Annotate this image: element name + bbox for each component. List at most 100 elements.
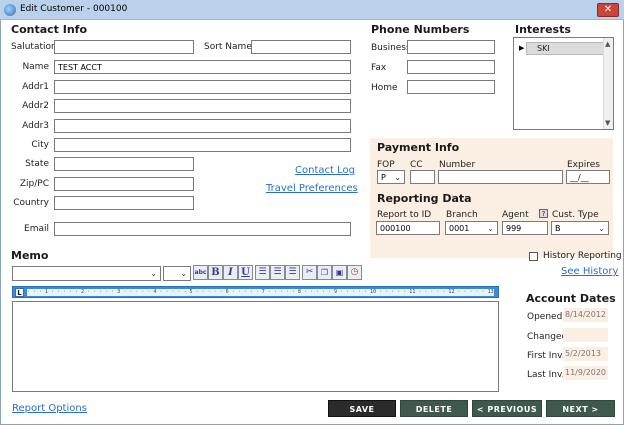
previous-button[interactable]: < PREVIOUS xyxy=(472,400,542,417)
reporting-data-title: Reporting Data xyxy=(377,192,472,205)
report-to-label: Report to ID xyxy=(377,210,432,220)
fop-select[interactable]: P ⌄ xyxy=(377,170,405,184)
opened-label: Opened xyxy=(527,312,563,322)
country-label: Country xyxy=(13,198,49,208)
app-icon xyxy=(4,4,16,16)
clock-icon[interactable]: ◷ xyxy=(347,265,362,280)
name-input[interactable]: TEST ACCT xyxy=(54,60,351,74)
interests-list[interactable]: ▶ SKI ▲ ▼ xyxy=(513,37,614,130)
interest-item[interactable]: ▶ SKI xyxy=(519,42,604,55)
home-label: Home xyxy=(371,83,398,93)
history-reporting-checkbox[interactable] xyxy=(529,252,538,261)
city-label: City xyxy=(31,140,49,150)
name-label: Name xyxy=(22,62,49,72)
delete-button[interactable]: DELETE xyxy=(400,400,468,417)
country-input[interactable] xyxy=(54,196,194,210)
card-number-input[interactable] xyxy=(438,170,563,184)
align-center-icon[interactable]: ☰ xyxy=(270,265,285,280)
business-label: Business xyxy=(371,43,411,53)
addr2-label: Addr2 xyxy=(22,101,49,111)
changed-label: Changed xyxy=(527,332,568,342)
interests-title: Interests xyxy=(515,23,571,36)
business-phone-input[interactable] xyxy=(407,40,495,54)
memo-title: Memo xyxy=(11,249,49,262)
addr2-input[interactable] xyxy=(54,99,351,113)
state-input[interactable] xyxy=(54,157,194,171)
email-label: Email xyxy=(24,224,49,234)
font-style-icon[interactable]: abc xyxy=(193,265,208,280)
next-button[interactable]: NEXT > xyxy=(546,400,615,417)
number-label: Number xyxy=(439,160,476,170)
opened-value: 8/14/2012 xyxy=(563,308,608,322)
chevron-down-icon: ⌄ xyxy=(394,173,401,182)
cust-type-label: Cust. Type xyxy=(552,210,599,220)
salutation-label: Salutation xyxy=(11,42,57,52)
cut-icon[interactable]: ✂ xyxy=(302,265,317,280)
cc-label: CC xyxy=(410,160,423,170)
scroll-up-icon[interactable]: ▲ xyxy=(605,40,610,48)
edit-customer-window: Contact Info Salutation Sort Name Name T… xyxy=(0,20,624,425)
chevron-down-icon: ⌄ xyxy=(150,269,157,278)
bold-icon[interactable]: B xyxy=(208,265,223,280)
payment-info-title: Payment Info xyxy=(377,141,460,154)
font-size-select[interactable]: ⌄ xyxy=(163,266,191,281)
tab-stop-icon[interactable]: L xyxy=(15,288,24,297)
ruler-scale: · · · 1 · · · · · 2 · · · · · 3 · · · · … xyxy=(27,289,494,296)
cust-type-value: B xyxy=(555,224,561,233)
copy-icon[interactable]: ❐ xyxy=(317,265,332,280)
chevron-down-icon: ⌄ xyxy=(598,224,605,233)
paste-icon[interactable]: ▣ xyxy=(332,265,347,280)
first-inv-value: 5/2/2013 xyxy=(563,347,608,361)
cc-input[interactable] xyxy=(410,170,435,184)
travel-preferences-link[interactable]: Travel Preferences xyxy=(266,183,358,194)
close-button[interactable]: ✕ xyxy=(597,3,619,17)
memo-editor[interactable] xyxy=(12,301,499,392)
see-history-link[interactable]: See History xyxy=(561,266,618,277)
email-input[interactable] xyxy=(54,222,351,236)
align-left-icon[interactable]: ☰ xyxy=(255,265,270,280)
account-dates-title: Account Dates xyxy=(526,292,616,305)
fax-input[interactable] xyxy=(407,60,495,74)
report-options-link[interactable]: Report Options xyxy=(12,403,87,414)
expires-input[interactable]: __/__ xyxy=(566,170,610,184)
align-right-icon[interactable]: ☰ xyxy=(285,265,300,280)
chevron-down-icon: ⌄ xyxy=(180,269,187,278)
addr1-input[interactable] xyxy=(54,80,351,94)
branch-select[interactable]: 0001 ⌄ xyxy=(445,221,498,235)
addr3-input[interactable] xyxy=(54,119,351,133)
fax-label: Fax xyxy=(371,63,387,73)
memo-ruler: L · · · 1 · · · · · 2 · · · · · 3 · · · … xyxy=(12,286,499,298)
last-inv-value: 11/9/2020 xyxy=(563,366,608,380)
report-to-input[interactable]: 000100 xyxy=(376,221,440,235)
agent-help-button[interactable]: ? xyxy=(539,209,548,218)
fop-value: P xyxy=(381,173,386,182)
contact-info-title: Contact Info xyxy=(11,23,88,36)
italic-icon[interactable]: I xyxy=(223,265,238,280)
underline-icon[interactable]: U xyxy=(238,265,253,280)
chevron-down-icon: ⌄ xyxy=(487,224,494,233)
interests-scrollbar[interactable]: ▲ ▼ xyxy=(603,38,613,129)
addr1-label: Addr1 xyxy=(22,82,49,92)
zip-label: Zip/PC xyxy=(19,179,49,189)
zip-input[interactable] xyxy=(54,177,194,191)
phone-numbers-title: Phone Numbers xyxy=(371,23,470,36)
fop-label: FOP xyxy=(377,160,395,170)
scroll-down-icon[interactable]: ▼ xyxy=(605,119,610,127)
salutation-input[interactable] xyxy=(54,40,194,54)
home-phone-input[interactable] xyxy=(407,80,495,94)
interest-item-label: SKI xyxy=(537,44,550,53)
save-button[interactable]: SAVE xyxy=(328,400,396,417)
state-label: State xyxy=(25,159,49,169)
sortname-input[interactable] xyxy=(251,40,351,54)
expires-label: Expires xyxy=(567,160,600,170)
history-reporting-label: History Reporting xyxy=(543,251,622,261)
row-selector-icon: ▶ xyxy=(519,44,525,52)
agent-input[interactable]: 999 xyxy=(502,221,548,235)
contact-log-link[interactable]: Contact Log xyxy=(295,165,355,176)
cust-type-select[interactable]: B ⌄ xyxy=(551,221,609,235)
addr3-label: Addr3 xyxy=(22,121,49,131)
window-titlebar: Edit Customer - 000100 ✕ xyxy=(0,0,624,20)
branch-value: 0001 xyxy=(449,224,470,233)
font-name-select[interactable]: ⌄ xyxy=(12,266,161,281)
city-input[interactable] xyxy=(54,138,351,152)
